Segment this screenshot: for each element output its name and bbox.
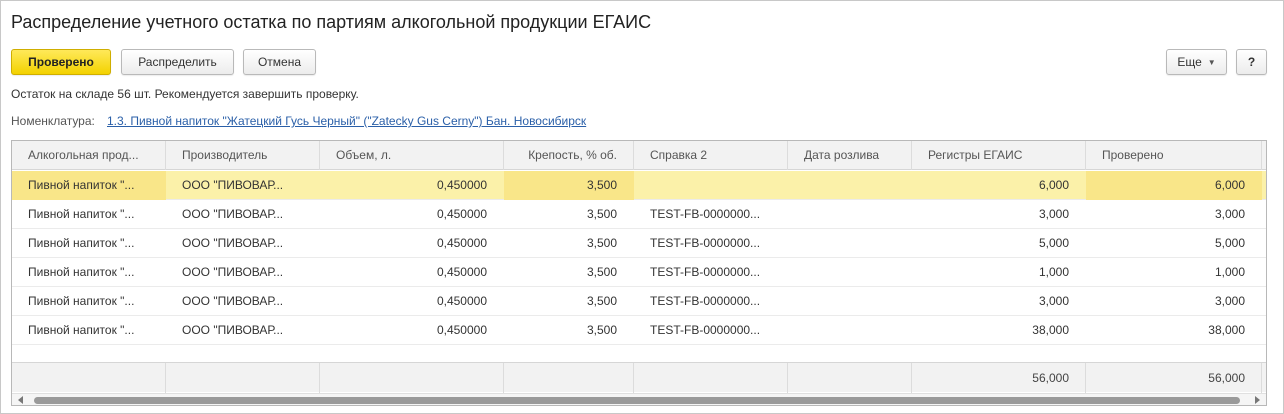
footer-cell [788, 363, 912, 393]
cell-certificate: TEST-FB-0000000... [650, 265, 761, 279]
table-row[interactable]: Пивной напиток "... ООО "ПИВОВАР... 0,45… [12, 200, 1266, 229]
cell-bottling-date [788, 258, 912, 287]
arrow-left-icon[interactable] [18, 396, 23, 404]
cell-strength: 3,500 [586, 236, 617, 250]
cell-certificate: TEST-FB-0000000... [650, 236, 761, 250]
cell-checked[interactable]: 3,000 [1086, 287, 1262, 316]
cell-volume: 0,450000 [436, 294, 487, 308]
column-header-volume[interactable]: Объем, л. [320, 141, 504, 170]
table-row[interactable]: Пивной напиток "... ООО "ПИВОВАР... 0,45… [12, 287, 1266, 316]
cell-producer: ООО "ПИВОВАР... [182, 236, 284, 250]
cell-egais-registers: 1,000 [1038, 265, 1069, 279]
help-button[interactable]: ? [1236, 49, 1267, 75]
table-footer: 56,000 56,000 [12, 362, 1266, 393]
cell-producer: ООО "ПИВОВАР... [182, 265, 284, 279]
cell-certificate: TEST-FB-0000000... [650, 323, 761, 337]
cell-strength: 3,500 [586, 294, 617, 308]
table-row[interactable]: Пивной напиток "... ООО "ПИВОВАР... 0,45… [12, 229, 1266, 258]
table-row[interactable]: Пивной напиток "... ООО "ПИВОВАР... 0,45… [12, 316, 1266, 345]
cell-volume: 0,450000 [436, 207, 487, 221]
cell-bottling-date [788, 229, 912, 258]
cell-certificate: TEST-FB-0000000... [650, 294, 761, 308]
cell-bottling-date [788, 316, 912, 345]
column-header-strength[interactable]: Крепость, % об. [504, 141, 634, 170]
table-header: Алкогольная прод... Производитель Объем,… [12, 141, 1266, 170]
cell-product: Пивной напиток "... [28, 207, 135, 221]
column-header-egais-registers[interactable]: Регистры ЕГАИС [912, 141, 1086, 170]
total-egais-registers: 56,000 [912, 363, 1086, 393]
table-row[interactable]: Пивной напиток "... ООО "ПИВОВАР... 0,45… [12, 258, 1266, 287]
cell-bottling-date [788, 171, 912, 200]
distribute-button[interactable]: Распределить [121, 49, 234, 75]
cell-egais-registers: 3,000 [1038, 294, 1069, 308]
cell-producer: ООО "ПИВОВАР... [182, 207, 284, 221]
scrollbar-thumb[interactable] [34, 397, 1240, 404]
cell-producer: ООО "ПИВОВАР... [182, 294, 284, 308]
cancel-button[interactable]: Отмена [243, 49, 316, 75]
cell-strength: 3,500 [586, 323, 617, 337]
footer-cell [634, 363, 788, 393]
cell-strength: 3,500 [586, 265, 617, 279]
nomenclature-label: Номенклатура: [11, 114, 95, 128]
cell-bottling-date [788, 287, 912, 316]
footer-cell [166, 363, 320, 393]
nomenclature-link[interactable]: 1.3. Пивной напиток "Жатецкий Гусь Черны… [107, 114, 586, 128]
footer-cell [320, 363, 504, 393]
cell-checked[interactable]: 5,000 [1086, 229, 1262, 258]
cell-producer: ООО "ПИВОВАР... [182, 323, 284, 337]
cell-checked[interactable]: 38,000 [1086, 316, 1262, 345]
cell-product: Пивной напиток "... [12, 171, 166, 200]
table-row[interactable]: Пивной напиток "... ООО "ПИВОВАР... 0,45… [12, 171, 1266, 200]
chevron-down-icon: ▼ [1207, 57, 1216, 67]
cell-egais-registers: 5,000 [1038, 236, 1069, 250]
cell-checked[interactable]: 3,000 [1086, 200, 1262, 229]
cell-certificate [634, 171, 788, 200]
status-message: Остаток на складе 56 шт. Рекомендуется з… [11, 87, 359, 101]
cell-producer: ООО "ПИВОВАР... [182, 178, 284, 192]
cell-checked[interactable]: 6,000 [1086, 171, 1262, 200]
cell-product: Пивной напиток "... [28, 236, 135, 250]
more-button-label: Еще [1177, 55, 1202, 69]
more-button[interactable]: Еще ▼ [1166, 49, 1227, 75]
column-header-product[interactable]: Алкогольная прод... [12, 141, 166, 170]
cell-egais-registers: 38,000 [1032, 323, 1069, 337]
cell-egais-registers: 6,000 [1038, 178, 1069, 192]
batches-table[interactable]: Алкогольная прод... Производитель Объем,… [11, 140, 1267, 406]
distribution-window: Распределение учетного остатка по партия… [0, 0, 1284, 414]
column-header-checked[interactable]: Проверено [1086, 141, 1262, 170]
cell-bottling-date [788, 200, 912, 229]
cell-strength: 3,500 [586, 207, 617, 221]
cell-checked[interactable]: 1,000 [1086, 258, 1262, 287]
window-title: Распределение учетного остатка по партия… [11, 12, 652, 32]
checked-button[interactable]: Проверено [11, 49, 111, 75]
cell-strength: 3,500 [504, 171, 634, 200]
cell-product: Пивной напиток "... [28, 323, 135, 337]
horizontal-scrollbar[interactable] [12, 393, 1266, 405]
cell-product: Пивной напиток "... [28, 265, 135, 279]
cell-product: Пивной напиток "... [28, 294, 135, 308]
footer-cell [504, 363, 634, 393]
footer-cell [12, 363, 166, 393]
cell-volume: 0,450000 [436, 265, 487, 279]
total-checked: 56,000 [1086, 363, 1262, 393]
cell-volume: 0,450000 [436, 323, 487, 337]
column-header-producer[interactable]: Производитель [166, 141, 320, 170]
column-header-bottling-date[interactable]: Дата розлива [788, 141, 912, 170]
cell-volume: 0,450000 [436, 236, 487, 250]
column-header-certificate[interactable]: Справка 2 [634, 141, 788, 170]
arrow-right-icon[interactable] [1255, 396, 1260, 404]
cell-egais-registers: 3,000 [1038, 207, 1069, 221]
cell-volume: 0,450000 [436, 178, 487, 192]
cell-certificate: TEST-FB-0000000... [650, 207, 761, 221]
